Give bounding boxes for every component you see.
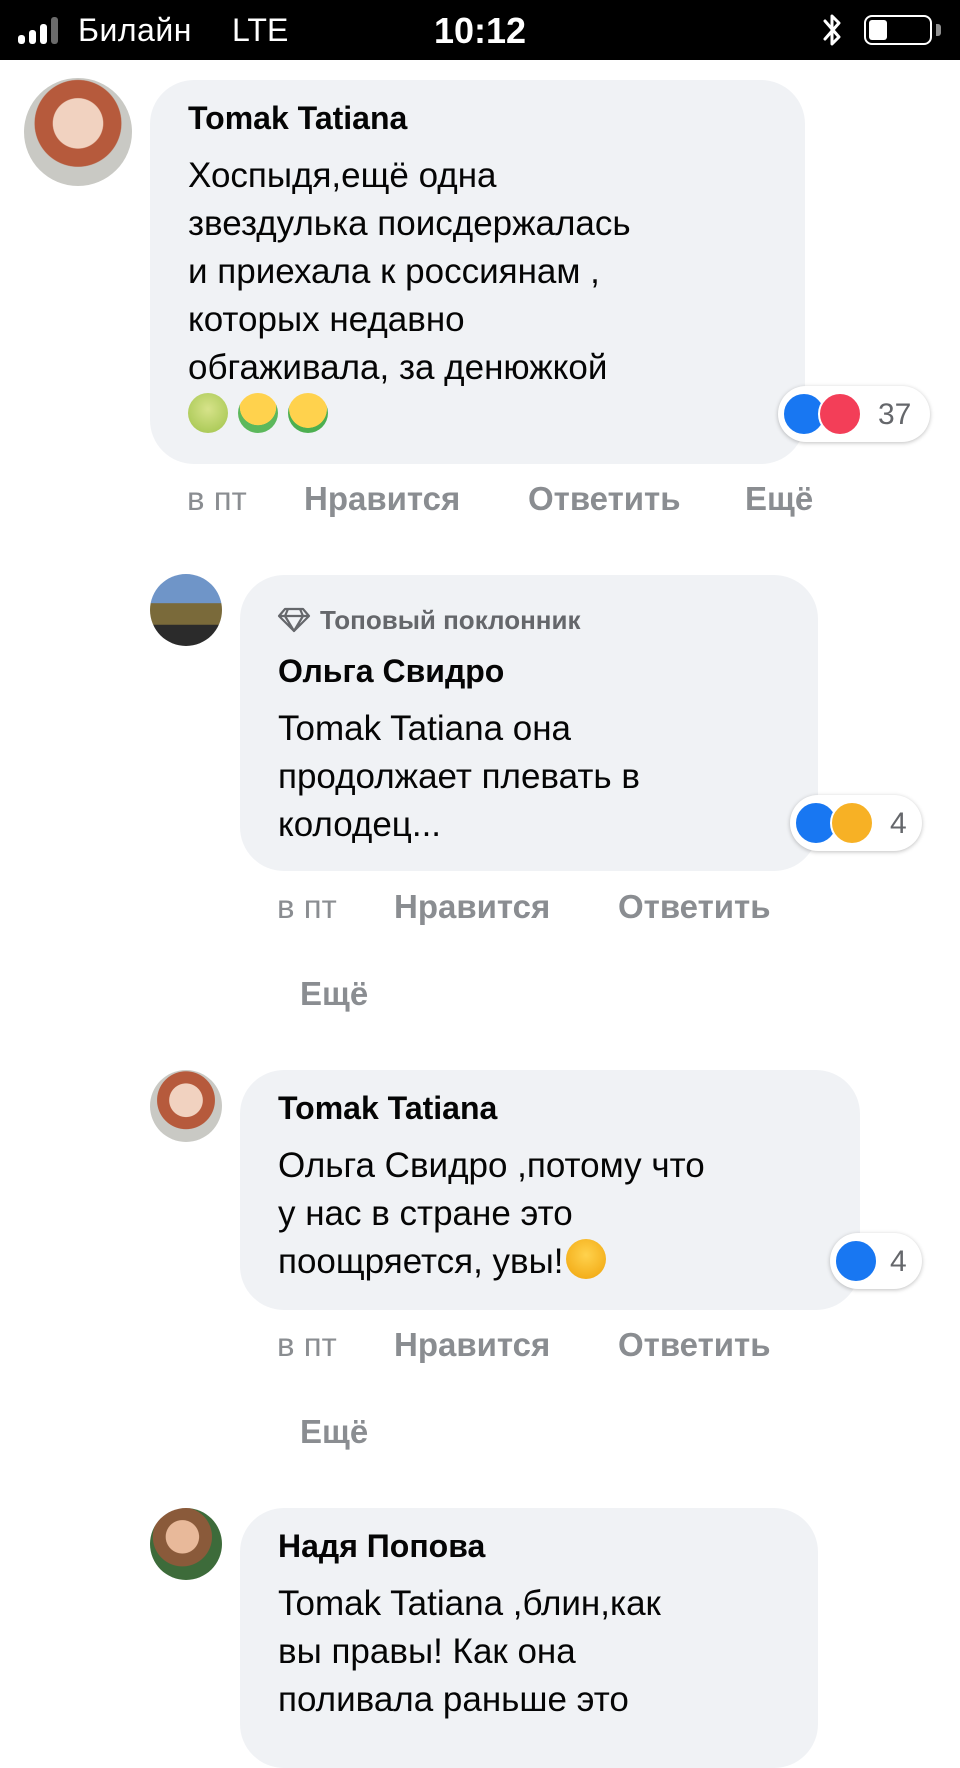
- comment-line: которых недавно: [188, 300, 465, 339]
- more-button[interactable]: Ещё: [745, 480, 813, 518]
- avatar[interactable]: [150, 574, 222, 646]
- comment-line: Tomak Tatiana она: [278, 709, 572, 748]
- love-reaction-icon: [818, 392, 862, 436]
- reaction-count: 37: [878, 398, 912, 431]
- reaction-count: 4: [890, 1245, 907, 1278]
- status-bar: Билайн LTE 10:12: [0, 0, 960, 60]
- comment-bubble: Топовый поклонник Ольга Свидро Tomak Tat…: [240, 575, 818, 871]
- top-fan-badge: Топовый поклонник: [276, 605, 580, 636]
- comment-bubble: Надя Попова Tomak Tatiana ,блин,как вы п…: [240, 1508, 818, 1768]
- comment-author[interactable]: Tomak Tatiana: [278, 1090, 497, 1127]
- more-button[interactable]: Ещё: [300, 1413, 368, 1451]
- comment-line-text: поощряется, увы!: [278, 1242, 564, 1281]
- haha-reaction-icon: [830, 801, 874, 845]
- reaction-summary[interactable]: 4: [790, 795, 922, 851]
- comment-text: Tomak Tatiana она продолжает плевать в к…: [278, 705, 640, 849]
- avatar[interactable]: [150, 1070, 222, 1142]
- reply-button[interactable]: Ответить: [618, 1326, 771, 1364]
- more-button[interactable]: Ещё: [300, 975, 368, 1013]
- comment-line: звездулька поисдержалась: [188, 204, 631, 243]
- battery-icon: [864, 15, 932, 45]
- comment-bubble: Tomak Tatiana Ольга Свидро ,потому что у…: [240, 1070, 860, 1310]
- reply-button[interactable]: Ответить: [618, 888, 771, 926]
- like-button[interactable]: Нравится: [394, 888, 550, 926]
- comment-time[interactable]: в пт: [277, 1326, 337, 1364]
- like-button[interactable]: Нравится: [304, 480, 460, 518]
- vomiting-face-emoji: [238, 393, 278, 433]
- comment-author[interactable]: Надя Попова: [278, 1528, 485, 1565]
- comment-time[interactable]: в пт: [187, 480, 247, 518]
- like-button[interactable]: Нравится: [394, 1326, 550, 1364]
- comment-author[interactable]: Tomak Tatiana: [188, 100, 407, 137]
- comment-line: и приехала к россиянам ,: [188, 252, 600, 291]
- comment-author[interactable]: Ольга Свидро: [278, 653, 504, 690]
- frowning-face-emoji: [565, 1239, 606, 1279]
- comment-line: Tomak Tatiana ,блин,как: [278, 1584, 661, 1623]
- comment-text: Tomak Tatiana ,блин,как вы правы! Как он…: [278, 1580, 661, 1724]
- comment-text: Ольга Свидро ,потому что у нас в стране …: [278, 1142, 705, 1286]
- reaction-count: 4: [890, 807, 907, 840]
- comment-line: Хоспыдя,ещё одна: [188, 156, 497, 195]
- comment-line: у нас в стране это: [278, 1194, 573, 1233]
- comment-bubble: Tomak Tatiana Хоспыдя,ещё одна звездульк…: [150, 80, 805, 464]
- comment-time[interactable]: в пт: [277, 888, 337, 926]
- comment-line: Ольга Свидро ,потому что: [278, 1146, 705, 1185]
- bluetooth-icon: [823, 14, 841, 46]
- emoji-line: [188, 392, 631, 440]
- avatar[interactable]: [150, 1508, 222, 1580]
- diamond-icon: [277, 607, 311, 633]
- battery-tip: [936, 24, 941, 36]
- comment-text: Хоспыдя,ещё одна звездулька поисдержалас…: [188, 152, 631, 440]
- comment-line: вы правы! Как она: [278, 1632, 576, 1671]
- badge-label: Топовый поклонник: [320, 605, 581, 635]
- nauseated-face-emoji: [188, 393, 228, 433]
- like-reaction-icon: [834, 1239, 878, 1283]
- reaction-summary[interactable]: 37: [778, 386, 930, 442]
- comment-line: обгаживала, за денюжкой: [188, 348, 608, 387]
- comment-line: поощряется, увы!: [278, 1238, 705, 1286]
- comment-line: продолжает плевать в: [278, 757, 640, 796]
- comment-line: колодец...: [278, 805, 442, 844]
- avatar[interactable]: [24, 78, 132, 186]
- reply-button[interactable]: Ответить: [528, 480, 681, 518]
- comment-line: поливала раньше это: [278, 1680, 629, 1719]
- money-mouth-face-emoji: [288, 393, 328, 433]
- clock: 10:12: [433, 10, 527, 51]
- reaction-summary[interactable]: 4: [830, 1233, 922, 1289]
